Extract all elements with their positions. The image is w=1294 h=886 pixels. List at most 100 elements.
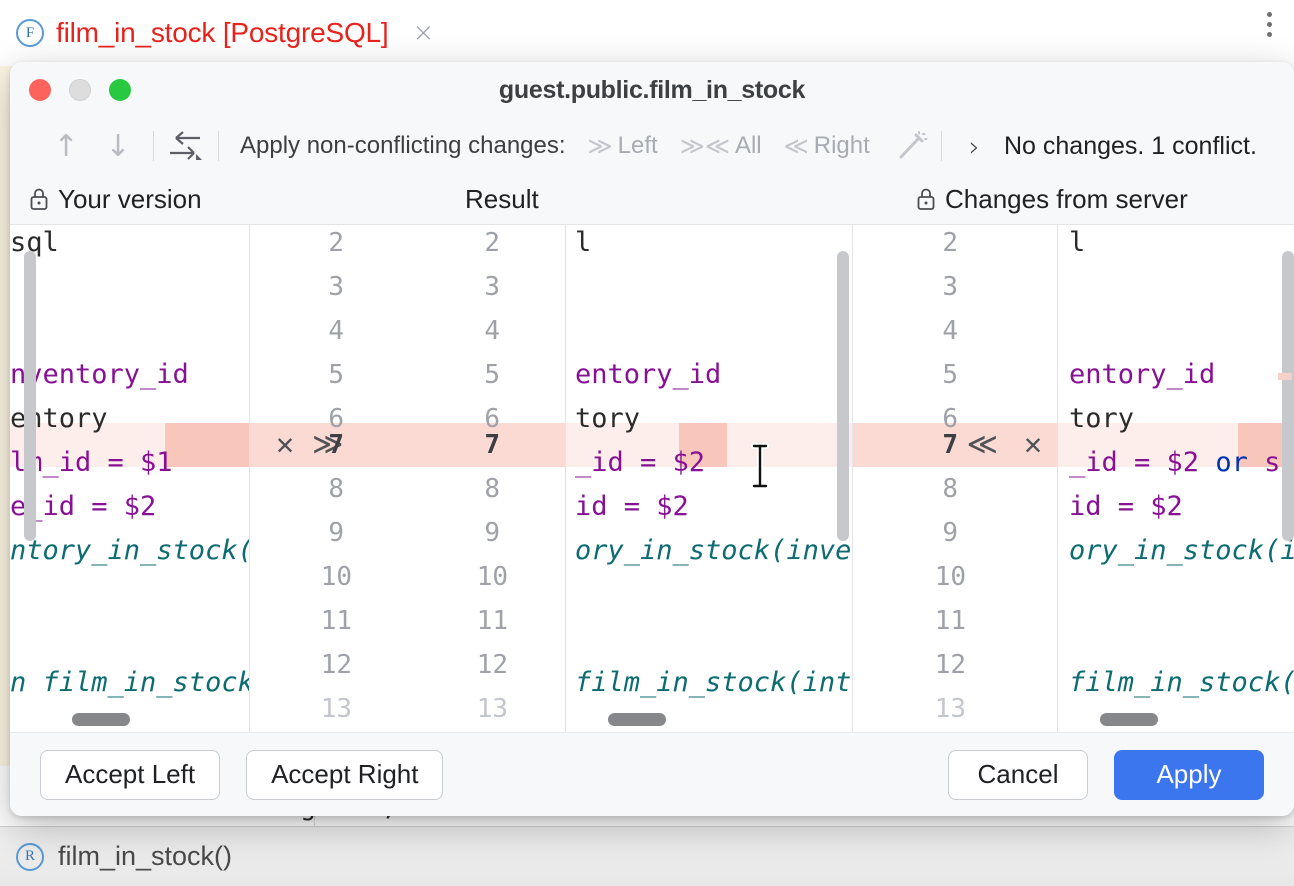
chevron-double-both-icon: ≫≪ (680, 132, 730, 160)
pane-your-version[interactable]: sql nventory_id entory lm_id = $1 e_id =… (10, 225, 250, 732)
accept-right-button[interactable]: Accept Right (246, 750, 443, 800)
left-pane-vertical-scrollbar[interactable] (24, 251, 36, 541)
apply-all-button[interactable]: ≫≪ All (680, 132, 762, 160)
code-line: id = $2 (575, 485, 853, 529)
accept-left-button[interactable]: Accept Left (40, 750, 220, 800)
line-number-left: 7 (328, 423, 344, 467)
gutter-row: 11 (853, 599, 1058, 643)
gutter-row: 12 (853, 643, 1058, 687)
code-line: e_id = $2 (10, 485, 250, 529)
more-options-icon[interactable] (1267, 12, 1272, 37)
swap-sides-icon[interactable] (163, 129, 209, 163)
gutter-row-conflict-right: 7 ≪ ✕ (853, 423, 1058, 467)
code-text: tory (575, 403, 640, 434)
gutter-row: 1313 (250, 687, 566, 731)
result-pane-vertical-scrollbar[interactable] (837, 251, 849, 541)
line-number-right: 2 (942, 225, 958, 265)
breadcrumb-status-bar: R film_in_stock() (0, 826, 1294, 886)
zoom-window-button[interactable] (109, 79, 131, 101)
revert-conflict-icon-right[interactable]: ✕ (1024, 423, 1042, 467)
magic-wand-icon[interactable] (892, 130, 932, 162)
line-number-right: 8 (942, 467, 958, 511)
pane-header-left-label: Your version (58, 184, 202, 215)
lock-icon (28, 186, 50, 212)
line-number-left: 11 (321, 599, 352, 643)
pane-header-left: Your version (28, 174, 202, 224)
pane-result[interactable]: l entory_id tory _id = $2 id = $2 ory_in… (566, 225, 853, 732)
next-difference-button[interactable]: ↓ (92, 129, 144, 164)
line-number-result: 10 (477, 555, 508, 599)
code-line: sql (10, 225, 250, 265)
line-number-right: 13 (935, 687, 966, 731)
line-number-left: 13 (321, 687, 352, 731)
code-text: nventory_id (10, 359, 189, 390)
gutter-row: 8 (853, 467, 1058, 511)
gutter-row: 55 (250, 353, 566, 397)
code-text: l (1069, 227, 1085, 258)
result-pane-horizontal-scrollbar[interactable] (608, 713, 666, 726)
minimize-window-button[interactable] (69, 79, 91, 101)
routine-icon: R (16, 843, 44, 871)
gutter-row: 5 (853, 353, 1058, 397)
apply-nonconflicting-label: Apply non-conflicting changes: (240, 132, 566, 160)
line-number-result: 5 (484, 353, 500, 397)
apply-left-button[interactable]: ≫ Left (588, 132, 658, 160)
code-line: film_in_stock(i (1069, 661, 1294, 705)
code-text: entory_id (1069, 359, 1215, 390)
revert-conflict-icon[interactable]: ✕ (276, 423, 294, 467)
code-line: ntory_in_stock( (10, 529, 250, 573)
right-pane-horizontal-scrollbar[interactable] (1100, 713, 1158, 726)
line-number-right: 7 (942, 423, 958, 467)
line-number-left: 2 (328, 225, 344, 265)
line-number-right: 12 (935, 643, 966, 687)
left-pane-horizontal-scrollbar[interactable] (72, 713, 130, 726)
code-line: tory (1069, 397, 1294, 441)
gutter-row: 33 (250, 265, 566, 309)
gutter-row: 99 (250, 511, 566, 555)
diff-editors-area: sql nventory_id entory lm_id = $1 e_id =… (10, 224, 1294, 732)
close-icon[interactable]: × (413, 20, 435, 46)
code-line: entory_id (575, 353, 853, 397)
apply-button[interactable]: Apply (1114, 750, 1264, 800)
cancel-button[interactable]: Cancel (948, 750, 1088, 800)
right-pane-marker-strip[interactable] (1278, 225, 1294, 732)
window-controls (10, 79, 131, 101)
previous-difference-button[interactable]: ↑ (40, 129, 92, 164)
close-window-button[interactable] (29, 79, 51, 101)
gutter-row-conflict: ✕ ≫ 7 7 (250, 423, 566, 467)
line-number-left: 12 (321, 643, 352, 687)
gutter-row: 4 (853, 309, 1058, 353)
pane-changes-from-server[interactable]: l entory_id tory _id = $2 or sto id = $2… (1058, 225, 1294, 732)
apply-all-label: All (735, 132, 762, 160)
toolbar-divider-3 (941, 131, 942, 161)
code-text: n film_in_stock (10, 667, 250, 698)
code-text: ntory_in_stock( (10, 535, 250, 566)
line-number-result: 4 (484, 309, 500, 353)
code-line: l (575, 225, 853, 265)
apply-right-to-result-icon[interactable]: ≪ (967, 423, 998, 467)
code-line: id = $2 (1069, 485, 1294, 529)
gutter-row: 1212 (250, 643, 566, 687)
editor-tab-film-in-stock[interactable]: F film_in_stock [PostgreSQL] × (0, 0, 448, 66)
pane-header-right: Changes from server (915, 174, 1188, 224)
code-line: entory_id (1069, 353, 1294, 397)
code-line: ory_in_stock(invent (575, 529, 853, 573)
editor-tab-label: film_in_stock [PostgreSQL] (56, 17, 389, 49)
gutter-row: 2 (853, 225, 1058, 265)
next-conflict-chevron-icon[interactable]: › (969, 130, 980, 163)
code-line: entory (10, 397, 250, 441)
gutter-row: 1111 (250, 599, 566, 643)
lock-icon-right (915, 186, 937, 212)
pane-header-center: Result (465, 174, 539, 224)
right-gutter: 2 3 4 5 6 7 ≪ ✕ 8 9 10 11 12 13 (853, 225, 1058, 732)
line-number-left: 10 (321, 555, 352, 599)
code-text: film_in_stock(integ (575, 667, 853, 698)
line-number-left: 8 (328, 467, 344, 511)
line-number-result: 8 (484, 467, 500, 511)
diff-status-text: No changes. 1 conflict. (1004, 132, 1257, 161)
line-number-right: 5 (942, 353, 958, 397)
line-number-result: 9 (484, 511, 500, 555)
merge-conflict-dialog: guest.public.film_in_stock ↑ ↓ Apply non… (10, 62, 1294, 816)
left-gutter: 22 33 44 55 66 ✕ ≫ 7 7 88 99 1010 1111 1… (250, 225, 566, 732)
apply-right-button[interactable]: ≪ Right (784, 132, 870, 160)
